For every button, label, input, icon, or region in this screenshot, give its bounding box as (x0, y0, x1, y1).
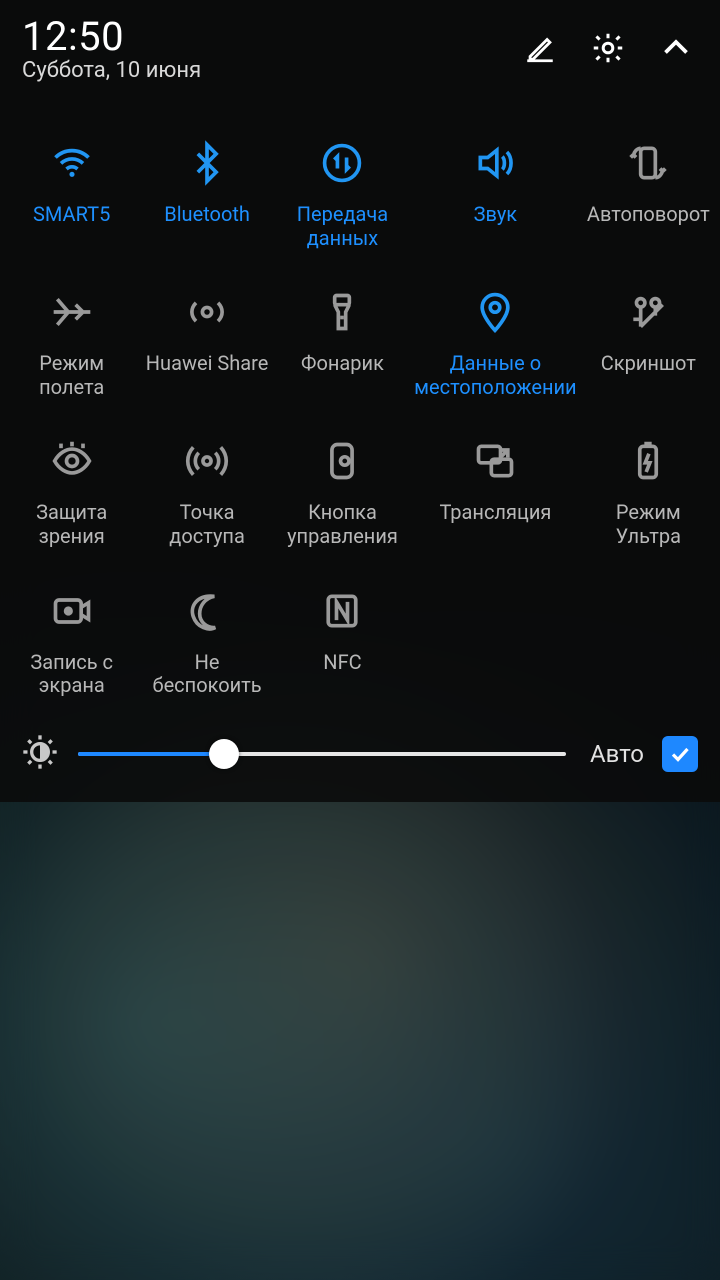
tile-airplane-label: Режим полета (8, 352, 135, 399)
nfc-icon (316, 585, 368, 637)
tile-flashlight[interactable]: Фонарик (275, 286, 410, 399)
tile-sound-label: Звук (474, 203, 517, 227)
tile-cast-label: Трансляция (439, 501, 551, 525)
tile-ultra-power-label: Режим Ультра (585, 501, 712, 548)
tile-eye-comfort[interactable]: Защита зрения (4, 435, 139, 548)
tile-mobile-data-label: Передача данных (279, 203, 406, 250)
tile-huawei-share[interactable]: Huawei Share (139, 286, 274, 399)
tile-ultra-power[interactable]: Режим Ультра (581, 435, 716, 548)
location-icon (469, 286, 521, 338)
tile-nfc-label: NFC (323, 651, 361, 675)
panel-header: 12:50 Суббота, 10 июня (0, 10, 720, 87)
quick-settings-grid: SMART5 Bluetooth Передача данных (0, 87, 720, 698)
tile-airplane[interactable]: Режим полета (4, 286, 139, 399)
tile-huawei-share-label: Huawei Share (146, 352, 269, 376)
tile-screen-record[interactable]: Запись с экрана (4, 585, 139, 698)
tile-bluetooth-label: Bluetooth (164, 203, 250, 227)
huawei-share-icon (181, 286, 233, 338)
tile-wifi[interactable]: SMART5 (4, 137, 139, 250)
brightness-row: Авто (0, 698, 720, 784)
edit-icon[interactable] (520, 28, 560, 68)
tile-flashlight-label: Фонарик (301, 352, 384, 376)
tile-nav-dock[interactable]: Кнопка управления (275, 435, 410, 548)
tile-wifi-label: SMART5 (33, 203, 110, 227)
tile-mobile-data[interactable]: Передача данных (275, 137, 410, 250)
airplane-icon (46, 286, 98, 338)
autorotate-icon (622, 137, 674, 189)
tile-nfc[interactable]: NFC (275, 585, 410, 698)
sound-icon (469, 137, 521, 189)
tile-location-label: Данные о местоположении (414, 352, 576, 399)
battery-icon (622, 435, 674, 487)
tile-eye-comfort-label: Защита зрения (8, 501, 135, 548)
settings-icon[interactable] (588, 28, 628, 68)
cast-icon (469, 435, 521, 487)
mobile-data-icon (316, 137, 368, 189)
clock-block: 12:50 Суббота, 10 июня (22, 16, 201, 83)
brightness-slider[interactable] (78, 734, 566, 774)
auto-brightness-checkbox[interactable] (662, 736, 698, 772)
tile-screenshot[interactable]: Скриншот (581, 286, 716, 399)
tile-screenshot-label: Скриншот (601, 352, 696, 376)
status-date: Суббота, 10 июня (22, 58, 201, 83)
tile-dnd[interactable]: Не беспокоить (139, 585, 274, 698)
status-time: 12:50 (22, 16, 201, 58)
tile-sound[interactable]: Звук (410, 137, 580, 250)
tile-screen-record-label: Запись с экрана (8, 651, 135, 698)
tile-bluetooth[interactable]: Bluetooth (139, 137, 274, 250)
tile-autorotate[interactable]: Автоповорот (581, 137, 716, 250)
tile-nav-dock-label: Кнопка управления (279, 501, 406, 548)
screen-record-icon (46, 585, 98, 637)
tile-hotspot[interactable]: Точка доступа (139, 435, 274, 548)
moon-icon (181, 585, 233, 637)
tile-cast[interactable]: Трансляция (410, 435, 580, 548)
bluetooth-icon (181, 137, 233, 189)
hotspot-icon (181, 435, 233, 487)
wifi-icon (46, 137, 98, 189)
collapse-icon[interactable] (656, 28, 696, 68)
nav-dock-icon (316, 435, 368, 487)
screenshot-icon (622, 286, 674, 338)
tile-autorotate-label: Автоповорот (587, 203, 710, 227)
brightness-icon (20, 732, 60, 776)
tile-hotspot-label: Точка доступа (143, 501, 270, 548)
auto-brightness-label: Авто (590, 740, 644, 768)
quick-settings-panel: 12:50 Суббота, 10 июня (0, 0, 720, 802)
tile-dnd-label: Не беспокоить (143, 651, 270, 698)
tile-location[interactable]: Данные о местоположении (410, 286, 580, 399)
eye-icon (46, 435, 98, 487)
flashlight-icon (316, 286, 368, 338)
